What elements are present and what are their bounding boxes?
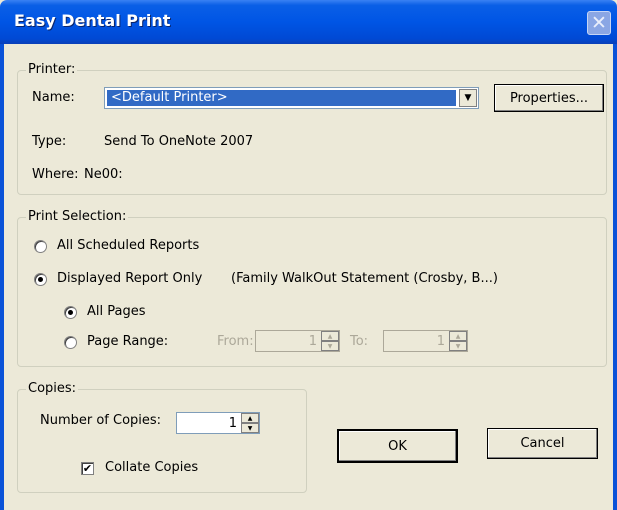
number-of-copies-spinner[interactable]: 1 ▲ ▼ — [176, 412, 260, 434]
copies-up-button[interactable]: ▲ — [241, 413, 259, 423]
printer-name-label: Name: — [32, 90, 75, 105]
title-bar[interactable]: Easy Dental Print ✕ — [0, 0, 617, 44]
close-icon: ✕ — [591, 11, 607, 34]
all-scheduled-reports-label[interactable]: All Scheduled Reports — [57, 238, 199, 253]
to-page-value: 1 — [436, 334, 445, 349]
cancel-button[interactable]: Cancel — [487, 428, 598, 459]
cancel-button-label: Cancel — [520, 436, 565, 451]
from-page-up-button[interactable]: ▲ — [321, 331, 339, 341]
arrow-up-icon: ▲ — [327, 332, 333, 340]
arrow-down-icon: ▼ — [247, 424, 253, 432]
checkmark-icon: ✔ — [82, 462, 93, 475]
print-selection-legend: Print Selection: — [26, 209, 129, 224]
dropdown-arrow-button[interactable]: ▼ — [459, 89, 477, 107]
from-page-value: 1 — [308, 334, 317, 349]
printer-name-value: <Default Printer> — [107, 90, 456, 106]
printer-type-value: Send To OneNote 2007 — [104, 134, 254, 149]
ok-button-label: OK — [388, 438, 407, 454]
arrow-up-icon: ▲ — [455, 332, 461, 340]
ok-button[interactable]: OK — [338, 430, 457, 462]
number-of-copies-value: 1 — [228, 416, 237, 431]
all-pages-label[interactable]: All Pages — [87, 304, 146, 319]
number-of-copies-label: Number of Copies: — [40, 413, 162, 428]
collate-copies-checkbox[interactable]: ✔ — [81, 462, 94, 475]
window-frame-left — [0, 44, 4, 510]
to-page-up-button[interactable]: ▲ — [449, 331, 467, 341]
printer-type-label: Type: — [32, 134, 67, 149]
arrow-up-icon: ▲ — [247, 414, 253, 422]
printer-name-select[interactable]: <Default Printer> ▼ — [104, 87, 479, 109]
to-page-spinner[interactable]: 1 ▲ ▼ — [383, 330, 468, 352]
printer-group-legend: Printer: — [26, 62, 78, 77]
displayed-report-only-radio[interactable] — [34, 273, 47, 286]
page-range-radio[interactable] — [64, 336, 77, 349]
copies-group: Copies: — [17, 381, 307, 493]
arrow-down-icon: ▼ — [327, 342, 333, 350]
all-scheduled-reports-radio[interactable] — [34, 240, 47, 253]
printer-where-value: Ne00: — [84, 167, 123, 182]
from-page-down-button[interactable]: ▼ — [321, 341, 339, 351]
collate-copies-label[interactable]: Collate Copies — [105, 460, 198, 475]
displayed-report-description: (Family WalkOut Statement (Crosby, B...) — [231, 271, 498, 286]
to-label: To: — [350, 334, 369, 349]
chevron-down-icon: ▼ — [464, 93, 472, 103]
properties-button[interactable]: Properties... — [494, 84, 604, 112]
from-label: From: — [217, 334, 254, 349]
page-range-label[interactable]: Page Range: — [87, 334, 168, 349]
properties-button-label: Properties... — [509, 90, 589, 106]
arrow-down-icon: ▼ — [455, 342, 461, 350]
copies-down-button[interactable]: ▼ — [241, 423, 259, 433]
printer-where-label: Where: — [32, 167, 79, 182]
close-button[interactable]: ✕ — [587, 11, 611, 35]
from-page-spinner[interactable]: 1 ▲ ▼ — [255, 330, 340, 352]
window-frame-right — [613, 44, 617, 510]
window-title: Easy Dental Print — [14, 11, 171, 30]
displayed-report-only-label[interactable]: Displayed Report Only — [57, 271, 202, 286]
all-pages-radio[interactable] — [64, 306, 77, 319]
print-dialog: Easy Dental Print ✕ Printer: Name: <Defa… — [0, 0, 617, 510]
copies-legend: Copies: — [26, 381, 79, 396]
to-page-down-button[interactable]: ▼ — [449, 341, 467, 351]
